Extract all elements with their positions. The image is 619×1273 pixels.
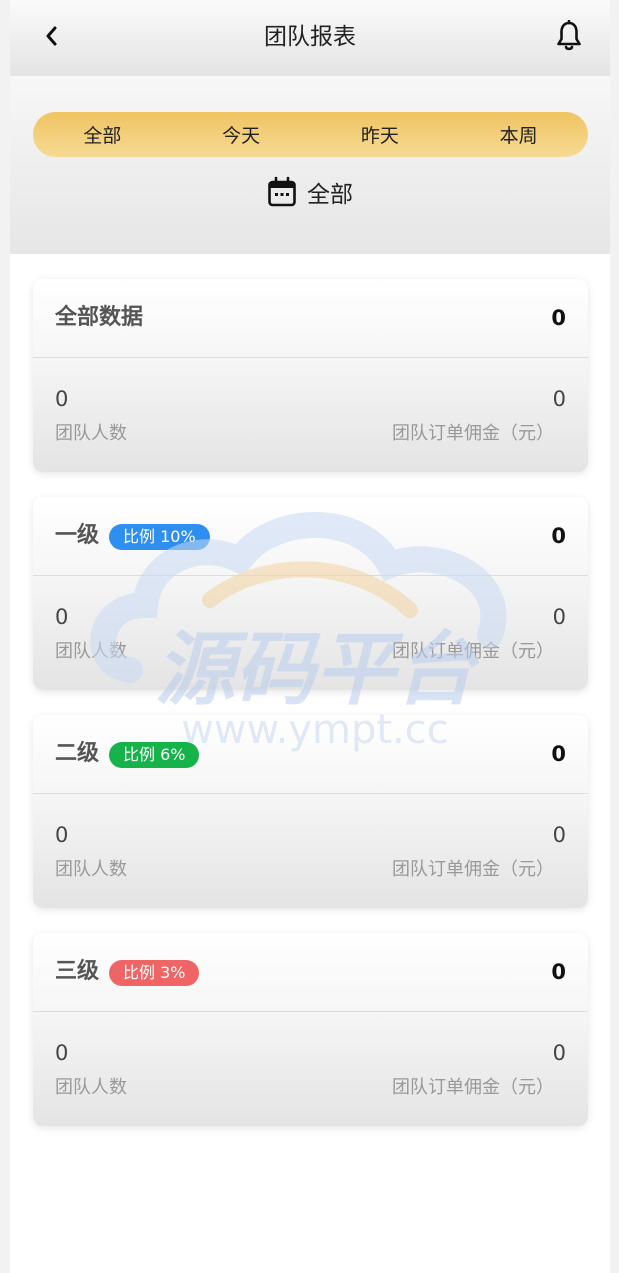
date-range-tabs: 全部 今天 昨天 本周 bbox=[33, 112, 588, 157]
card-total: 0 bbox=[551, 742, 566, 766]
commission-value: 0 bbox=[552, 605, 566, 629]
team-count-value: 0 bbox=[55, 387, 69, 411]
top-nav-bar: 团队报表 bbox=[10, 0, 610, 76]
team-count-value: 0 bbox=[55, 823, 69, 847]
card-header: 三级 比例 3% 0 bbox=[33, 933, 588, 1012]
summary-card-all: 全部数据 0 0 0 团队人数 团队订单佣金（元） bbox=[33, 279, 588, 472]
ratio-badge: 比例 3% bbox=[109, 960, 200, 986]
card-title: 一级 bbox=[55, 523, 100, 548]
card-total: 0 bbox=[551, 306, 566, 330]
tab-this-week[interactable]: 本周 bbox=[449, 112, 588, 157]
commission-value: 0 bbox=[552, 1041, 566, 1065]
card-title: 二级 bbox=[55, 741, 100, 766]
bell-icon bbox=[557, 20, 581, 51]
ratio-badge: 比例 10% bbox=[109, 524, 210, 550]
card-total: 0 bbox=[551, 960, 566, 984]
date-picker-trigger[interactable]: 全部 bbox=[10, 174, 610, 210]
team-count-value: 0 bbox=[55, 1041, 69, 1065]
team-count-label: 团队人数 bbox=[55, 641, 127, 662]
commission-label: 团队订单佣金（元） bbox=[392, 423, 554, 444]
summary-card-level-2: 二级 比例 6% 0 0 0 团队人数 团队订单佣金（元） bbox=[33, 715, 588, 908]
summary-card-level-3: 三级 比例 3% 0 0 0 团队人数 团队订单佣金（元） bbox=[33, 933, 588, 1126]
tab-all[interactable]: 全部 bbox=[33, 112, 172, 157]
card-header: 一级 比例 10% 0 bbox=[33, 497, 588, 576]
commission-value: 0 bbox=[552, 387, 566, 411]
team-report-page: 团队报表 全部 今天 昨天 本周 全部 全部数据 0 0 0 团队人数 团队订单… bbox=[10, 0, 610, 1273]
ratio-badge: 比例 6% bbox=[109, 742, 200, 768]
selected-date-label: 全部 bbox=[307, 182, 353, 208]
summary-card-level-1: 一级 比例 10% 0 0 0 团队人数 团队订单佣金（元） bbox=[33, 497, 588, 690]
commission-label: 团队订单佣金（元） bbox=[392, 859, 554, 880]
card-total: 0 bbox=[551, 524, 566, 548]
tab-today[interactable]: 今天 bbox=[172, 112, 311, 157]
calendar-icon bbox=[268, 176, 296, 207]
team-count-value: 0 bbox=[55, 605, 69, 629]
date-filter-panel: 全部 今天 昨天 本周 全部 bbox=[10, 76, 610, 254]
notification-button[interactable] bbox=[552, 18, 586, 54]
card-title: 全部数据 bbox=[55, 305, 144, 330]
commission-label: 团队订单佣金（元） bbox=[392, 641, 554, 662]
commission-value: 0 bbox=[552, 823, 566, 847]
team-count-label: 团队人数 bbox=[55, 859, 127, 880]
card-header: 全部数据 0 bbox=[33, 279, 588, 358]
team-count-label: 团队人数 bbox=[55, 423, 127, 444]
team-count-label: 团队人数 bbox=[55, 1077, 127, 1098]
page-title: 团队报表 bbox=[264, 24, 356, 50]
card-title: 三级 bbox=[55, 959, 100, 984]
tab-yesterday[interactable]: 昨天 bbox=[311, 112, 450, 157]
card-header: 二级 比例 6% 0 bbox=[33, 715, 588, 794]
commission-label: 团队订单佣金（元） bbox=[392, 1077, 554, 1098]
